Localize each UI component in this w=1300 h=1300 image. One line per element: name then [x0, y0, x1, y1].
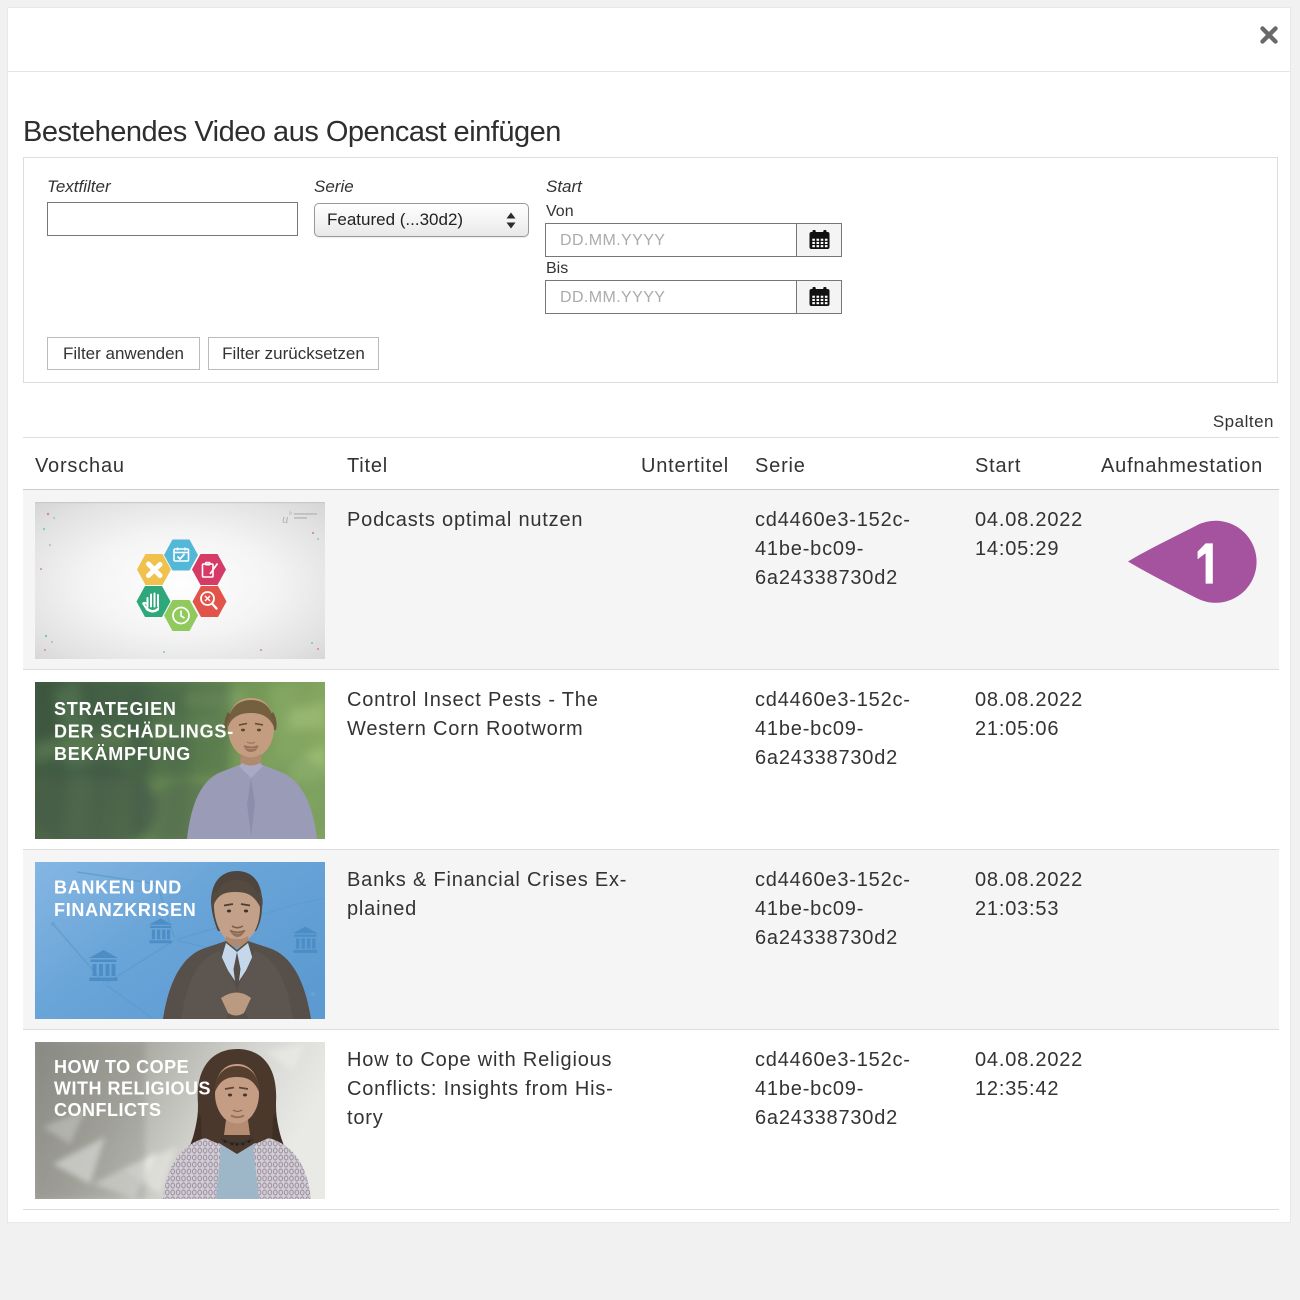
svg-text:DER SCHÄDLINGS-: DER SCHÄDLINGS- — [54, 722, 234, 742]
svg-text:FINANZKRISEN: FINANZKRISEN — [54, 900, 196, 920]
svg-text:HOW TO COPE: HOW TO COPE — [54, 1057, 189, 1077]
svg-text:BANKEN UND: BANKEN UND — [54, 878, 182, 898]
svg-text:STRATEGIEN: STRATEGIEN — [54, 699, 177, 719]
svg-text:BEKÄMPFUNG: BEKÄMPFUNG — [54, 744, 191, 764]
svg-text:b: b — [289, 511, 293, 517]
svg-text:WITH RELIGIOUS: WITH RELIGIOUS — [54, 1079, 211, 1099]
svg-text:CONFLICTS: CONFLICTS — [54, 1100, 162, 1120]
